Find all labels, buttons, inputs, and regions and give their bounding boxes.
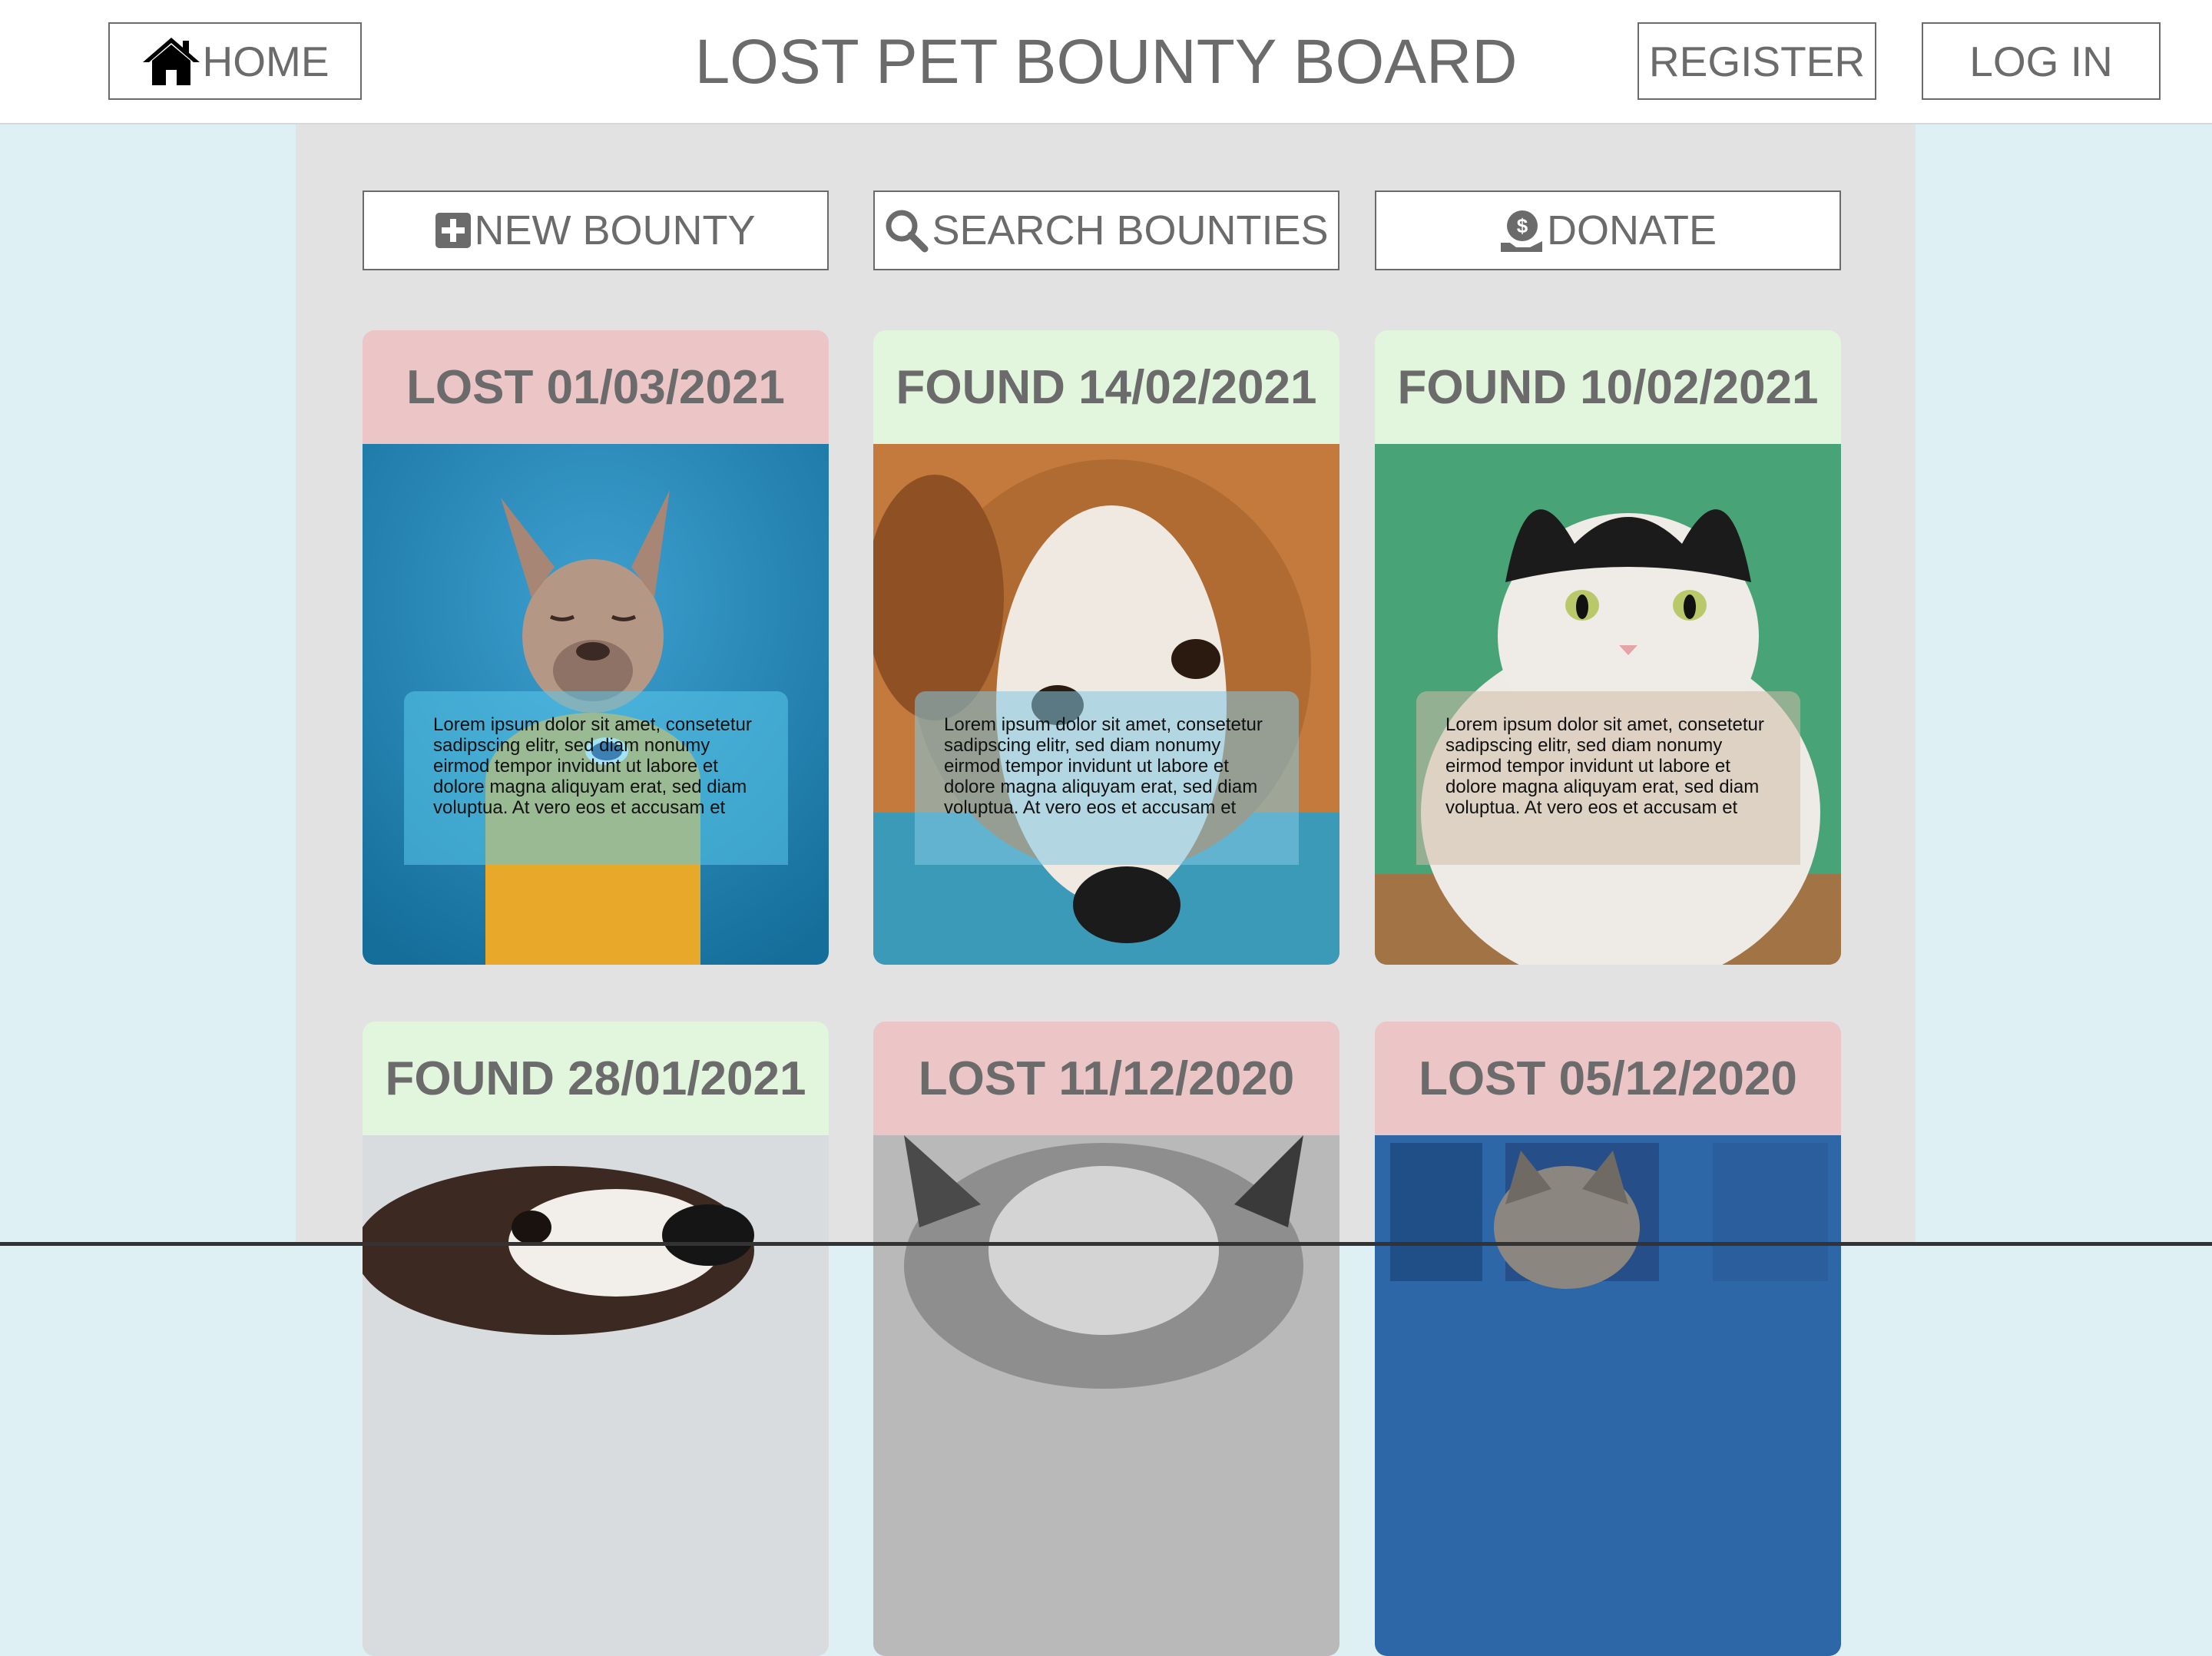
bounty-card-description: Lorem ipsum dolor sit amet, consetetur s… [404, 691, 788, 865]
donate-button[interactable]: $ DONATE [1375, 190, 1841, 270]
home-icon [142, 37, 200, 85]
pet-photo-tabby-cat [1375, 1135, 1841, 1656]
donate-label: DONATE [1546, 207, 1717, 253]
bounty-card-title: FOUND 28/01/2021 [363, 1022, 829, 1135]
donate-coin-icon: $ [1500, 210, 1542, 252]
bounty-card[interactable]: FOUND 28/01/2021 [363, 1022, 829, 1656]
search-bounties-button[interactable]: SEARCH BOUNTIES [873, 190, 1339, 270]
bounty-card-title: LOST 11/12/2020 [873, 1022, 1339, 1135]
bounty-card[interactable]: LOST 01/03/2021 Lorem ipsum dolor sit am… [363, 330, 829, 965]
bounty-card-title: LOST 01/03/2021 [363, 330, 829, 444]
bounty-card-title: FOUND 14/02/2021 [873, 330, 1339, 444]
home-button[interactable]: HOME [108, 22, 362, 100]
bounty-card[interactable]: LOST 05/12/2020 [1375, 1022, 1841, 1656]
new-bounty-button[interactable]: NEW BOUNTY [363, 190, 829, 270]
search-bounties-label: SEARCH BOUNTIES [932, 207, 1329, 253]
bounty-card-description: Lorem ipsum dolor sit amet, consetetur s… [915, 691, 1299, 865]
home-label: HOME [202, 37, 329, 85]
bounty-board-panel: NEW BOUNTY SEARCH BOUNTIES $ DONATE LOST… [296, 124, 1916, 1656]
new-bounty-label: NEW BOUNTY [474, 207, 756, 253]
bounty-card-title: LOST 05/12/2020 [1375, 1022, 1841, 1135]
register-button[interactable]: REGISTER [1637, 22, 1876, 100]
window-bottom-edge [0, 1242, 2212, 1246]
bounty-card[interactable]: LOST 11/12/2020 [873, 1022, 1339, 1656]
bounty-card[interactable]: FOUND 14/02/2021 Lorem ipsum dolor sit a… [873, 330, 1339, 965]
bounty-card-description: Lorem ipsum dolor sit amet, consetetur s… [1416, 691, 1800, 865]
search-icon [886, 210, 929, 253]
pet-photo-beagle [363, 1135, 829, 1656]
pet-photo-grey-cat [873, 1135, 1339, 1656]
svg-text:$: $ [1517, 214, 1528, 237]
login-button[interactable]: LOG IN [1922, 22, 2161, 100]
bounty-card-title: FOUND 10/02/2021 [1375, 330, 1841, 444]
plus-square-icon [435, 213, 472, 248]
top-bar: HOME LOST PET BOUNTY BOARD REGISTER LOG … [0, 0, 2212, 124]
bounty-card[interactable]: FOUND 10/02/2021 Lorem ipsum dolor sit a… [1375, 330, 1841, 965]
